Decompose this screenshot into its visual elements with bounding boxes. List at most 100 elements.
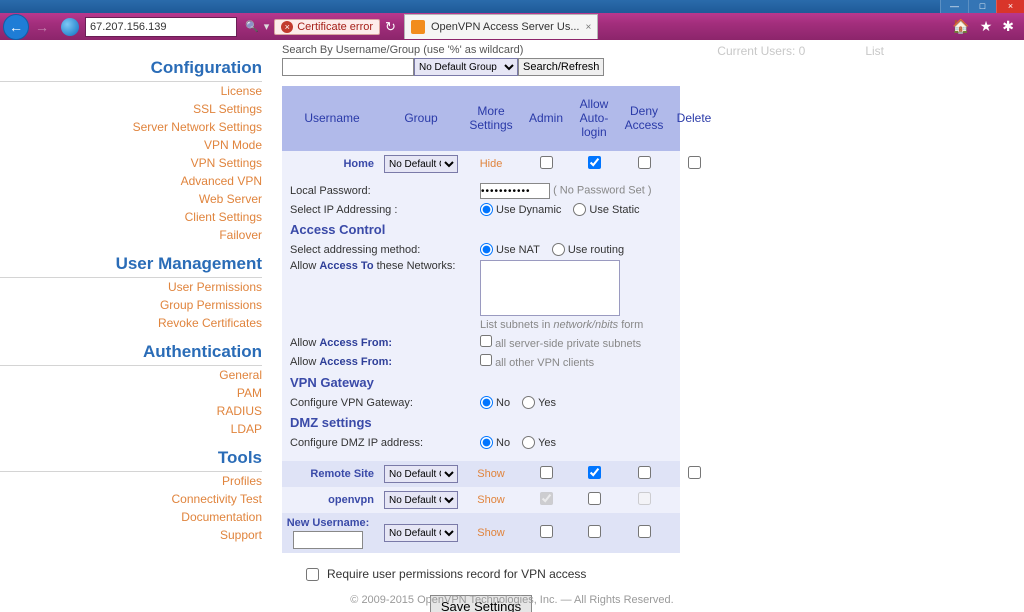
sidebar-heading: Configuration — [0, 54, 262, 82]
subnet-hint: List subnets in network/nbits form — [480, 319, 643, 331]
autologin-checkbox[interactable] — [588, 525, 601, 538]
page-body: Current Users: 0List ConfigurationLicens… — [0, 40, 1024, 612]
delete-checkbox[interactable] — [688, 466, 701, 479]
sidebar-item[interactable]: PAM — [0, 384, 262, 402]
sidebar-item[interactable]: Web Server — [0, 190, 262, 208]
sidebar-item[interactable]: SSL Settings — [0, 100, 262, 118]
search-input[interactable] — [282, 58, 414, 76]
table-header: UsernameGroupMore Settings AdminAllow Au… — [282, 86, 680, 151]
sidebar-item[interactable]: General — [0, 366, 262, 384]
nat-radio[interactable] — [480, 243, 493, 256]
sidebar-item[interactable]: Profiles — [0, 472, 262, 490]
gateway-no-radio[interactable] — [480, 396, 493, 409]
search-group-select[interactable]: No Default Group — [414, 58, 518, 76]
ip-dynamic-radio[interactable] — [480, 203, 493, 216]
sidebar-item[interactable]: Server Network Settings — [0, 118, 262, 136]
tools-icon[interactable]: ✱ — [1002, 18, 1014, 35]
label-configure-dmz: Configure DMZ IP address: — [290, 437, 480, 449]
sidebar-item[interactable]: License — [0, 82, 262, 100]
group-select[interactable]: No Default Group — [384, 155, 458, 173]
section-vpn-gateway: VPN Gateway — [290, 371, 672, 394]
username-cell: Remote Site — [282, 468, 382, 480]
username-cell: openvpn — [282, 494, 382, 506]
window-maximize[interactable]: □ — [968, 0, 996, 13]
sidebar-item[interactable]: User Permissions — [0, 278, 262, 296]
sidebar-heading: Authentication — [0, 338, 262, 366]
label-access-from-subnets: Allow Access From: — [290, 337, 480, 349]
deny-checkbox[interactable] — [638, 525, 651, 538]
new-username-label: New Username: — [282, 517, 374, 529]
user-row-openvpn: openvpn No Default Group Show — [282, 487, 680, 513]
gateway-yes-radio[interactable] — [522, 396, 535, 409]
section-access-control: Access Control — [290, 218, 672, 241]
sidebar-item[interactable]: Connectivity Test — [0, 490, 262, 508]
sidebar-item[interactable]: Failover — [0, 226, 262, 244]
sidebar-item[interactable]: LDAP — [0, 420, 262, 438]
home-icon[interactable]: 🏠 — [952, 18, 969, 35]
favorites-icon[interactable]: ★ — [980, 18, 993, 35]
tab-close-button[interactable]: × — [586, 22, 592, 33]
admin-checkbox[interactable] — [540, 156, 553, 169]
section-dmz: DMZ settings — [290, 411, 672, 434]
sidebar-item[interactable]: Revoke Certificates — [0, 314, 262, 332]
dmz-yes-radio[interactable] — [522, 436, 535, 449]
sidebar-item[interactable]: Client Settings — [0, 208, 262, 226]
page-footer: © 2009-2015 OpenVPN Technologies, Inc. —… — [0, 594, 1024, 606]
label-local-password: Local Password: — [290, 185, 480, 197]
browser-navbar: ← → 🔍 ▾ ×Certificate error ↻ OpenVPN Acc… — [0, 13, 1024, 40]
group-select[interactable]: No Default Group — [384, 524, 458, 542]
certificate-error-badge[interactable]: ×Certificate error — [274, 19, 380, 35]
access-from-clients-checkbox[interactable] — [480, 354, 492, 366]
access-from-subnets-checkbox[interactable] — [480, 335, 492, 347]
sidebar-item[interactable]: VPN Mode — [0, 136, 262, 154]
toggle-settings-link[interactable]: Show — [477, 527, 505, 539]
sidebar-item[interactable]: VPN Settings — [0, 154, 262, 172]
networks-textarea[interactable] — [480, 260, 620, 316]
tab-favicon-icon — [411, 20, 425, 34]
window-close[interactable]: × — [996, 0, 1024, 13]
require-record-checkbox[interactable] — [306, 568, 319, 581]
address-bar[interactable] — [85, 17, 237, 37]
dmz-no-radio[interactable] — [480, 436, 493, 449]
delete-checkbox[interactable] — [688, 156, 701, 169]
password-hint: ( No Password Set ) — [553, 185, 651, 197]
toggle-settings-link[interactable]: Show — [477, 494, 505, 506]
label-addressing-method: Select addressing method: — [290, 244, 480, 256]
deny-checkbox[interactable] — [638, 156, 651, 169]
admin-checkbox[interactable] — [540, 525, 553, 538]
refresh-button[interactable]: ↻ — [385, 19, 396, 35]
toggle-settings-link[interactable]: Hide — [480, 158, 503, 170]
routing-radio[interactable] — [552, 243, 565, 256]
sidebar-item[interactable]: Advanced VPN — [0, 172, 262, 190]
nav-back-button[interactable]: ← — [3, 14, 29, 40]
deny-checkbox — [638, 492, 651, 505]
autologin-checkbox[interactable] — [588, 492, 601, 505]
group-select[interactable]: No Default Group — [384, 491, 458, 509]
browser-tab[interactable]: OpenVPN Access Server Us... × — [404, 14, 598, 39]
window-minimize[interactable]: — — [940, 0, 968, 13]
admin-checkbox — [540, 492, 553, 505]
label-configure-gateway: Configure VPN Gateway: — [290, 397, 480, 409]
label-access-from-clients: Allow Access From: — [290, 356, 480, 368]
nav-forward-button[interactable]: → — [29, 14, 55, 40]
sidebar-item[interactable]: Documentation — [0, 508, 262, 526]
search-refresh-button[interactable]: Search/Refresh — [518, 58, 604, 76]
sidebar-item[interactable]: RADIUS — [0, 402, 262, 420]
autologin-checkbox[interactable] — [588, 156, 601, 169]
window-titlebar: — □ × — [0, 0, 1024, 13]
admin-checkbox[interactable] — [540, 466, 553, 479]
deny-checkbox[interactable] — [638, 466, 651, 479]
require-record-label: Require user permissions record for VPN … — [327, 567, 586, 581]
label-ip-addressing: Select IP Addressing : — [290, 204, 480, 216]
main-content: Search By Username/Group (use '%' as wil… — [276, 40, 686, 612]
user-row-home: Home No Default Group Hide — [282, 151, 680, 177]
sidebar-item[interactable]: Group Permissions — [0, 296, 262, 314]
autologin-checkbox[interactable] — [588, 466, 601, 479]
new-username-input[interactable] — [293, 531, 363, 549]
local-password-input[interactable] — [480, 183, 550, 199]
search-icon[interactable]: 🔍 — [245, 20, 259, 33]
group-select[interactable]: No Default Group — [384, 465, 458, 483]
ip-static-radio[interactable] — [573, 203, 586, 216]
toggle-settings-link[interactable]: Show — [477, 468, 505, 480]
sidebar-item[interactable]: Support — [0, 526, 262, 544]
